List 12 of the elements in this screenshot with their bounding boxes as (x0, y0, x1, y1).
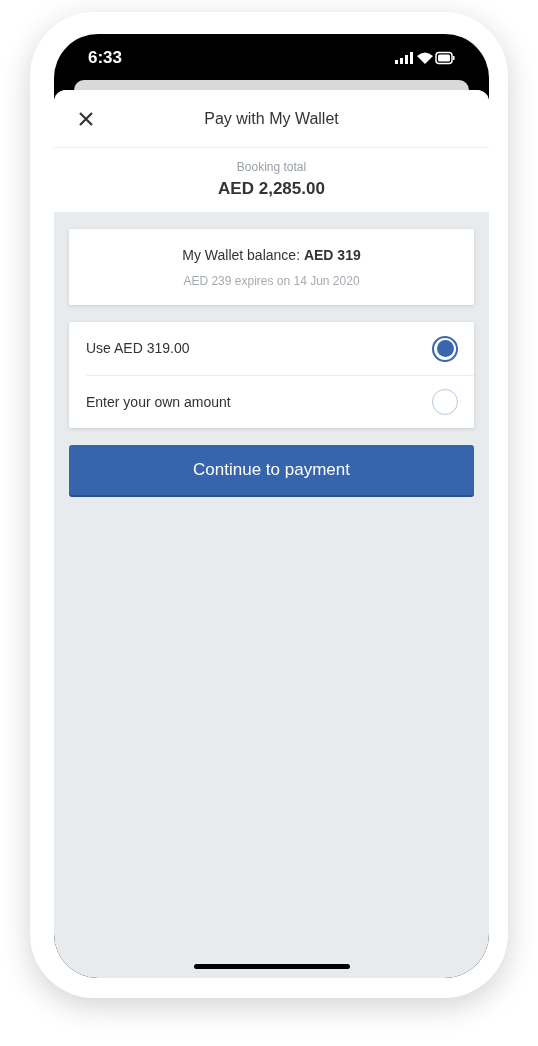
payment-option[interactable]: Use AED 319.00 (86, 322, 474, 375)
continue-button[interactable]: Continue to payment (69, 445, 474, 495)
modal-title: Pay with My Wallet (204, 108, 339, 129)
expiry-note: AED 239 expires on 14 Jun 2020 (183, 272, 360, 290)
close-icon[interactable] (79, 111, 93, 126)
payment-option[interactable]: Enter your own amount (86, 375, 474, 428)
booking-total-amount: AED 2,285.00 (218, 178, 325, 201)
wallet-balance: My Wallet balance: AED 319 (182, 245, 361, 265)
status-icons (395, 51, 455, 65)
radio-button[interactable] (432, 335, 458, 362)
booking-total-label: Booking total (236, 159, 307, 177)
status-time: 6:33 (88, 47, 123, 70)
